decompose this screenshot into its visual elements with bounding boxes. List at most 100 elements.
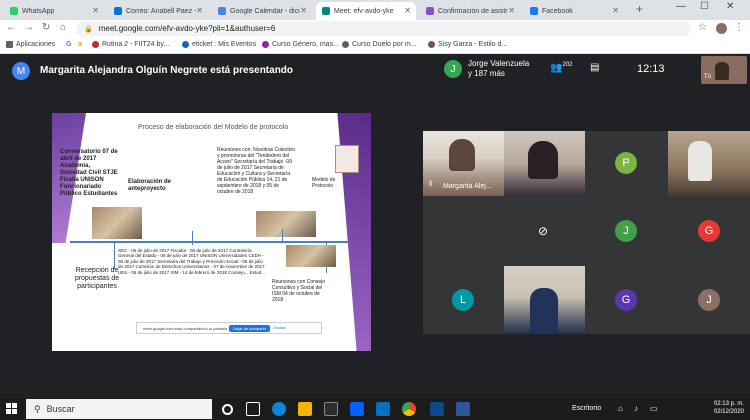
system-clock[interactable]: 02:13 p. m. 02/12/2020 bbox=[714, 400, 744, 416]
meeting-photo bbox=[286, 245, 336, 267]
bookmark-google[interactable]: G bbox=[66, 41, 71, 48]
tab-label: Confirmación de asistr bbox=[438, 7, 508, 15]
taskbar-search[interactable]: ⚲ Buscar bbox=[26, 399, 212, 419]
back-icon[interactable]: ← bbox=[6, 22, 16, 33]
bookmark-amazon[interactable]: a bbox=[78, 41, 82, 48]
participant-tile-video[interactable] bbox=[668, 131, 750, 196]
bookmark-curso-genero[interactable]: Curso Género, mas... bbox=[262, 41, 339, 48]
lock-icon: 🔒 bbox=[84, 25, 93, 33]
tab-strip: WhatsApp ✕ Correo: Anabell Paez - ✕ Google… bbox=[0, 0, 750, 20]
timeline-connector bbox=[192, 231, 193, 245]
network-icon[interactable]: ⌂ bbox=[618, 404, 623, 413]
new-tab-button[interactable]: + bbox=[636, 2, 643, 16]
bookmark-apps[interactable]: Aplicaciones bbox=[6, 41, 55, 48]
avatar[interactable] bbox=[716, 23, 727, 34]
participant-tile-j[interactable]: J bbox=[585, 196, 668, 266]
timeline-connector bbox=[114, 241, 115, 269]
windows-start-icon[interactable] bbox=[6, 403, 18, 415]
bookmark-label: Curso Duelo por m... bbox=[352, 41, 417, 48]
bookmark-eticket[interactable]: eticket : Mis Eventos bbox=[182, 41, 256, 48]
tab-whatsapp[interactable]: WhatsApp ✕ bbox=[4, 2, 104, 20]
menu-icon[interactable]: ⋮ bbox=[734, 22, 744, 33]
participant-tile-video[interactable] bbox=[504, 266, 585, 334]
tab-confirmacion[interactable]: Confirmación de asistr ✕ bbox=[420, 2, 520, 20]
tab-correo[interactable]: Correo: Anabell Paez - ✕ bbox=[108, 2, 208, 20]
close-icon[interactable]: ✕ bbox=[404, 6, 411, 15]
participant-tile-l[interactable]: L bbox=[423, 266, 504, 334]
participant-tile-camera-off[interactable]: ⊘ bbox=[504, 196, 585, 266]
apps-icon bbox=[6, 41, 13, 48]
tab-label: Correo: Anabell Paez - bbox=[126, 7, 197, 15]
participant-tile-g2[interactable]: G bbox=[585, 266, 668, 334]
self-figure bbox=[715, 62, 729, 80]
extension-icon[interactable]: ☆ bbox=[698, 22, 707, 33]
maximize-icon[interactable]: ☐ bbox=[700, 1, 709, 12]
participant-avatar: P bbox=[615, 152, 637, 174]
bookmark-rutina[interactable]: Rutina 2 - FIIT24 by... bbox=[92, 41, 169, 48]
close-icon[interactable]: ✕ bbox=[612, 6, 619, 15]
participant-tile-j2[interactable]: J bbox=[668, 266, 750, 334]
people-count: 202 bbox=[562, 62, 573, 68]
participant-tile-margarita[interactable]: ⦀ Margarita Alej... bbox=[423, 131, 504, 196]
app-icon[interactable] bbox=[430, 402, 444, 416]
close-icon[interactable]: ✕ bbox=[508, 6, 515, 15]
tab-facebook[interactable]: Facebook ✕ bbox=[524, 2, 624, 20]
self-view[interactable]: Tú bbox=[701, 56, 747, 84]
document-icon bbox=[335, 145, 359, 173]
participant-tile-p[interactable]: P bbox=[585, 131, 668, 196]
speaker-avatar: J bbox=[444, 60, 462, 78]
speaker-name: Jorge Valenzuela bbox=[468, 59, 530, 68]
bookmark-sisy[interactable]: Sisy Garza - Estilo d... bbox=[428, 41, 507, 48]
timeline-arrow bbox=[70, 241, 348, 243]
chat-icon[interactable]: ▤ bbox=[590, 62, 599, 73]
hide-button[interactable]: Ocultar bbox=[273, 325, 286, 330]
file-explorer-icon[interactable] bbox=[298, 402, 312, 416]
presentation-slide: Proceso de elaboración del Modelo de pro… bbox=[52, 113, 371, 351]
people-button[interactable]: 👥202 bbox=[550, 62, 572, 73]
address-bar[interactable]: 🔒 meet.google.com/efv-avdo-yke?pli=1&aut… bbox=[76, 21, 691, 36]
tab-meet[interactable]: Meet: efv-avdo-yke ✕ bbox=[316, 2, 416, 20]
url-text: meet.google.com/efv-avdo-yke?pli=1&authu… bbox=[98, 24, 276, 33]
cortana-icon[interactable] bbox=[222, 404, 233, 415]
meet-icon bbox=[322, 7, 330, 15]
minimize-icon[interactable]: — bbox=[676, 1, 686, 12]
tab-calendar[interactable]: Google Calendar - dici ✕ bbox=[212, 2, 312, 20]
chrome-icon[interactable] bbox=[402, 402, 416, 416]
reload-icon[interactable]: ↻ bbox=[42, 22, 50, 33]
close-window-icon[interactable]: ✕ bbox=[726, 1, 734, 12]
word-icon[interactable] bbox=[456, 402, 470, 416]
participant-tile-video[interactable] bbox=[504, 131, 585, 196]
task-view-icon[interactable] bbox=[246, 402, 260, 416]
participant-tile-g[interactable]: G bbox=[668, 196, 750, 266]
bookmark-label: Curso Género, mas... bbox=[272, 41, 339, 48]
close-icon[interactable]: ✕ bbox=[196, 6, 203, 15]
self-label: Tú bbox=[704, 74, 712, 80]
participant-name: Margarita Alej... bbox=[443, 183, 492, 190]
bookmark-label: Rutina 2 - FIIT24 by... bbox=[102, 41, 170, 48]
volume-icon[interactable]: ♪ bbox=[634, 404, 638, 413]
close-icon[interactable]: ✕ bbox=[92, 6, 99, 15]
outlook-icon bbox=[114, 7, 122, 15]
bookmark-label: a bbox=[78, 41, 82, 48]
people-icon: 👥 bbox=[550, 62, 563, 74]
participant-avatar: J bbox=[698, 289, 720, 311]
edge-icon[interactable] bbox=[272, 402, 286, 416]
battery-icon[interactable]: ▭ bbox=[650, 404, 658, 413]
home-icon[interactable]: ⌂ bbox=[60, 22, 66, 33]
store-icon[interactable] bbox=[324, 402, 338, 416]
desktop-toolbar[interactable]: Escritorio bbox=[572, 405, 601, 412]
stop-sharing-button[interactable]: Dejar de compartir bbox=[229, 325, 270, 332]
forward-icon[interactable]: → bbox=[24, 22, 34, 33]
outlook-icon[interactable] bbox=[376, 402, 390, 416]
bookmark-label: Aplicaciones bbox=[16, 41, 56, 48]
dropbox-icon[interactable] bbox=[350, 402, 364, 416]
bookmark-label: Sisy Garza - Estilo d... bbox=[438, 41, 508, 48]
bookmark-curso-duelo[interactable]: Curso Duelo por m... bbox=[342, 41, 417, 48]
slide-reuniones-2: Reuniones con Consejo Consultivo y Socia… bbox=[272, 279, 326, 303]
participant-tile-empty bbox=[423, 196, 504, 266]
clock-date: 02/12/2020 bbox=[713, 409, 744, 415]
profile-icon bbox=[428, 41, 435, 48]
close-icon[interactable]: ✕ bbox=[300, 6, 307, 15]
camera-off-icon: ⊘ bbox=[538, 224, 549, 238]
sharing-notification: meet.google.com está compartiendo tu pan… bbox=[136, 322, 322, 334]
